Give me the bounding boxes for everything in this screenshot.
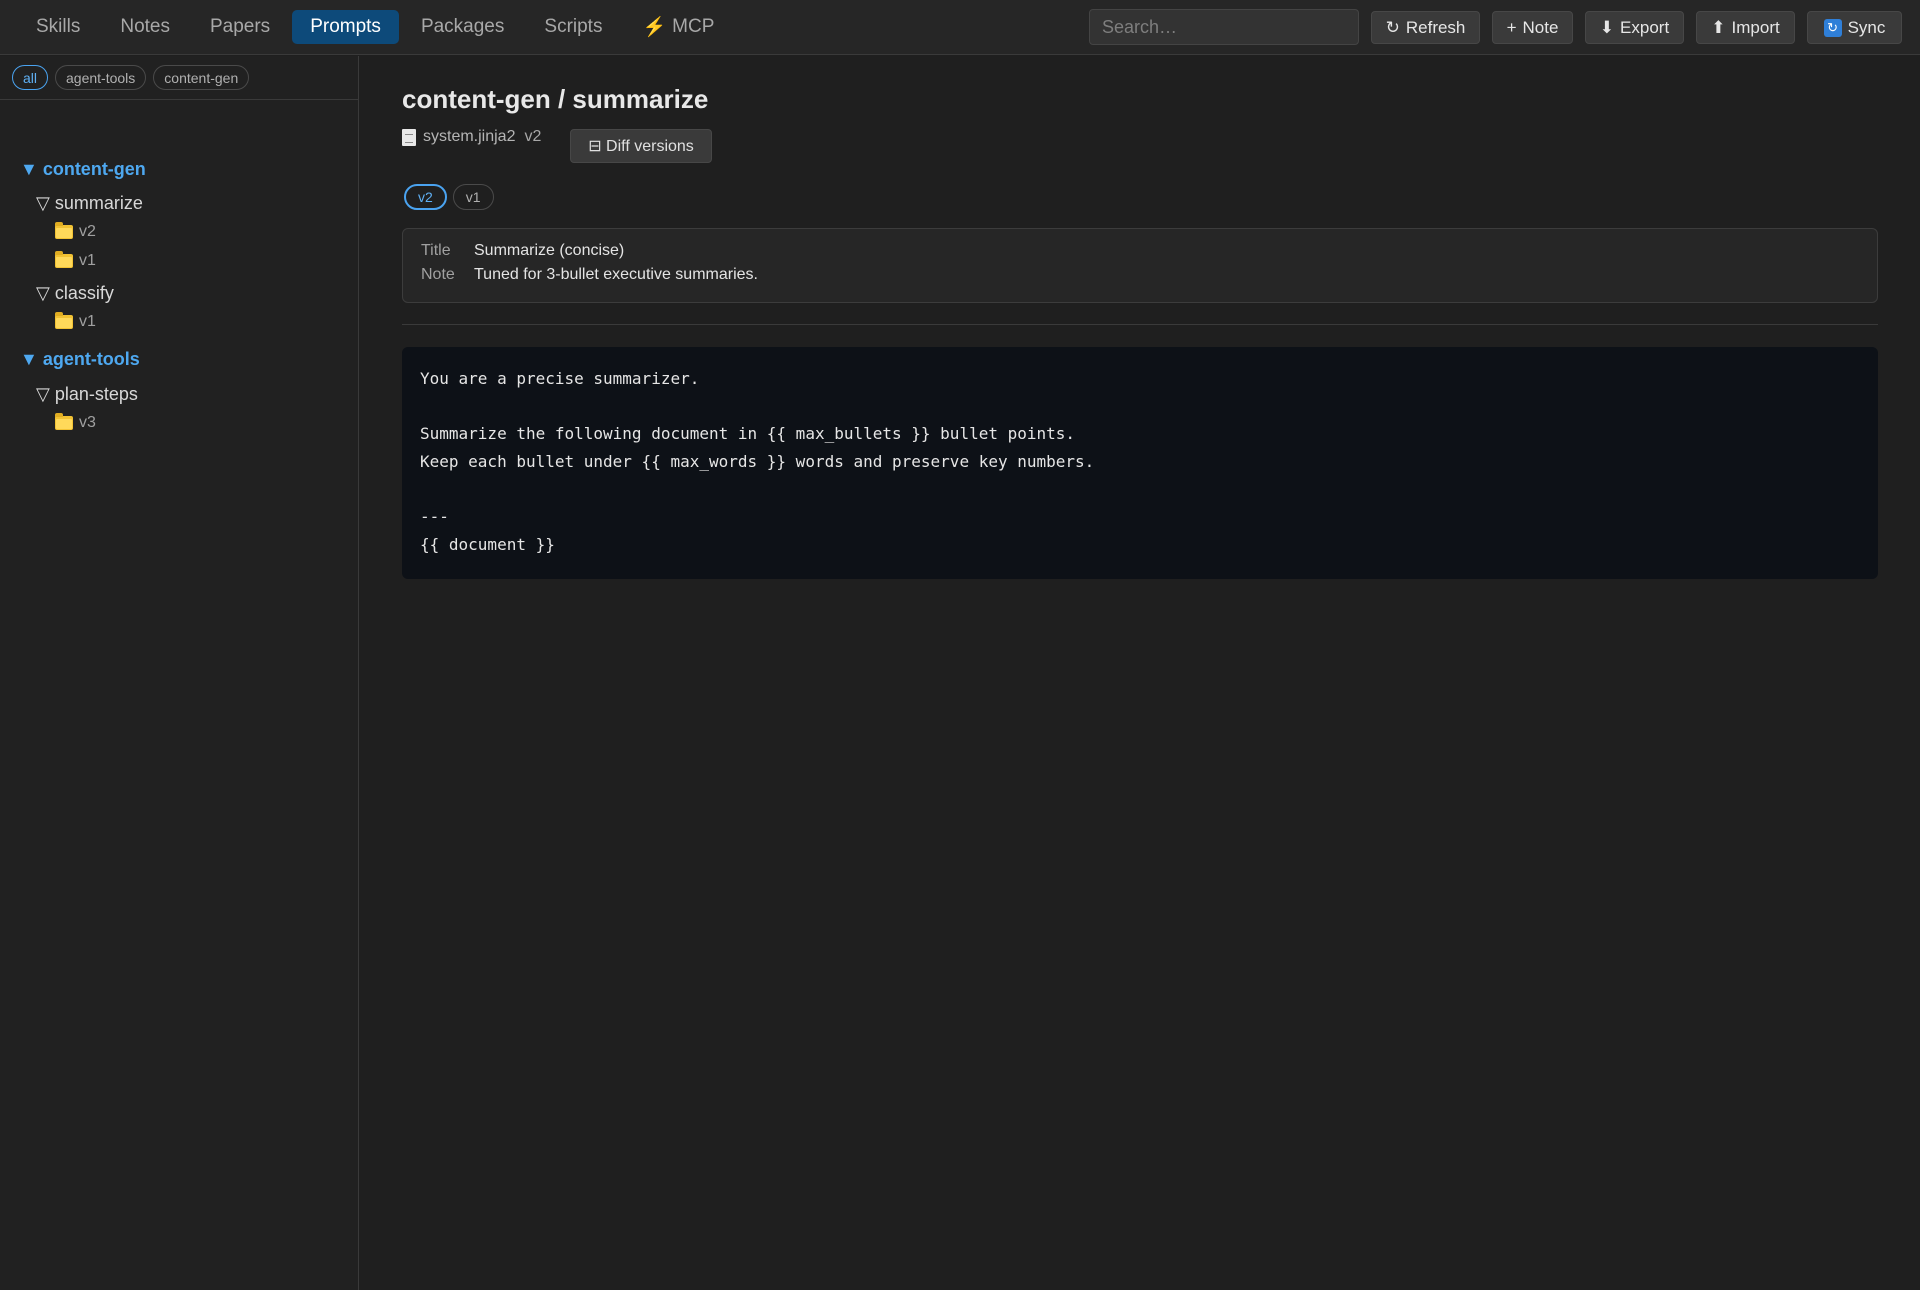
tab-label: Prompts: [310, 16, 381, 37]
folder-icon: [55, 312, 73, 329]
sync-button[interactable]: ↻ Sync: [1807, 11, 1902, 44]
tree-version-classify-v1[interactable]: v1: [55, 312, 96, 331]
tab-prompts[interactable]: Prompts: [292, 10, 399, 44]
add-note-label: Note: [1522, 17, 1559, 37]
meta-key: Note: [421, 266, 455, 283]
tree-item-classify[interactable]: ▽ classify: [36, 283, 114, 304]
tree-version-label: v2: [79, 223, 96, 240]
tree-version-label: v1: [79, 313, 96, 330]
chip-label: v1: [465, 189, 481, 205]
tree-group-label: ▼ content-gen: [20, 159, 146, 179]
metadata-panel: Title Summarize (concise) Note Tuned for…: [402, 228, 1878, 303]
download-icon: ⬇: [1599, 17, 1615, 37]
tab-label: Scripts: [544, 16, 603, 37]
diff-versions-button[interactable]: ⊟ Diff versions: [570, 129, 712, 163]
tree-version-plan-steps-v3[interactable]: v3: [55, 413, 96, 432]
sync-icon: ↻: [1823, 18, 1842, 37]
tab-label: Skills: [36, 16, 81, 37]
meta-value: Summarize (concise): [474, 242, 625, 259]
tree-version-summarize-v1[interactable]: v1: [55, 251, 96, 270]
tab-packages[interactable]: Packages: [403, 10, 522, 44]
version-chip-v1[interactable]: v1: [452, 184, 494, 210]
refresh-icon: ↻: [1385, 17, 1400, 37]
folder-icon: [55, 251, 73, 268]
current-version: v2: [524, 128, 542, 145]
folder-icon: [55, 413, 73, 430]
tab-label: MCP: [672, 16, 715, 37]
tree-item-summarize[interactable]: ▽ summarize: [36, 193, 143, 214]
sync-label: Sync: [1847, 17, 1886, 37]
chip-label: content-gen: [164, 69, 239, 86]
prompt-code-block: You are a precise summarizer. Summarize …: [402, 347, 1878, 579]
tab-skills[interactable]: Skills: [18, 10, 98, 44]
top-bar: Skills Notes Papers Prompts Packages Scr…: [0, 0, 1920, 55]
upload-icon: ⬆: [1711, 17, 1726, 37]
tree-group-content-gen[interactable]: ▼ content-gen: [20, 159, 146, 180]
tree-item-label: ▽ plan-steps: [36, 384, 138, 404]
tree-item-label: ▽ summarize: [36, 193, 143, 213]
diff-versions-label: ⊟ Diff versions: [588, 138, 694, 155]
version-chip-v2[interactable]: v2: [404, 184, 447, 210]
tree-version-label: v3: [79, 414, 96, 431]
sidebar: all agent-tools content-gen ▼ content-ge…: [0, 56, 359, 1290]
chip-label: v2: [418, 189, 433, 205]
lightning-icon: ⚡: [642, 17, 667, 38]
nav-tabs: Skills Notes Papers Prompts Packages Scr…: [18, 10, 732, 44]
meta-value: Tuned for 3-bullet executive summaries.: [474, 266, 758, 283]
filter-chip-all[interactable]: all: [12, 65, 49, 90]
filter-chip-agent-tools[interactable]: agent-tools: [55, 65, 147, 90]
file-name: system.jinja2: [423, 128, 516, 145]
search-input[interactable]: [1089, 9, 1359, 45]
file-icon: [402, 128, 416, 146]
divider: [402, 324, 1878, 325]
tab-label: Packages: [420, 16, 505, 37]
tab-mcp[interactable]: ⚡ MCP: [624, 10, 732, 44]
tab-label: Notes: [120, 16, 170, 37]
version-chips: v2 v1: [404, 184, 494, 210]
refresh-label: Refresh: [1405, 17, 1466, 37]
plus-icon: +: [1506, 17, 1517, 37]
tree-version-summarize-v2[interactable]: v2: [55, 222, 96, 241]
tab-papers[interactable]: Papers: [192, 10, 288, 44]
tree-group-label: ▼ agent-tools: [20, 349, 140, 369]
tab-notes[interactable]: Notes: [102, 10, 188, 44]
tab-scripts[interactable]: Scripts: [526, 10, 620, 44]
add-note-button[interactable]: + Note: [1492, 11, 1573, 44]
tree-item-label: ▽ classify: [36, 283, 114, 303]
meta-key: Title: [421, 242, 451, 259]
chip-label: all: [23, 69, 38, 86]
tab-label: Papers: [209, 16, 271, 37]
refresh-button[interactable]: ↻ Refresh: [1371, 11, 1480, 44]
tree-version-label: v1: [79, 252, 96, 269]
folder-icon: [55, 222, 73, 239]
main-panel: content-gen / summarize system.jinja2 v2…: [360, 56, 1920, 1290]
filter-chips: all agent-tools content-gen: [0, 56, 358, 100]
page-title: content-gen / summarize: [402, 84, 709, 114]
import-label: Import: [1731, 17, 1780, 37]
file-info: system.jinja2 v2: [402, 128, 541, 146]
meta-row-note: Note Tuned for 3-bullet executive summar…: [421, 266, 758, 284]
import-button[interactable]: ⬆ Import: [1696, 11, 1795, 44]
chip-label: agent-tools: [66, 69, 136, 86]
export-label: Export: [1620, 17, 1670, 37]
meta-row-title: Title Summarize (concise): [421, 242, 624, 260]
filter-chip-content-gen[interactable]: content-gen: [153, 65, 250, 90]
export-button[interactable]: ⬇ Export: [1585, 11, 1684, 44]
tree-item-plan-steps[interactable]: ▽ plan-steps: [36, 384, 138, 405]
tree-group-agent-tools[interactable]: ▼ agent-tools: [20, 349, 140, 370]
